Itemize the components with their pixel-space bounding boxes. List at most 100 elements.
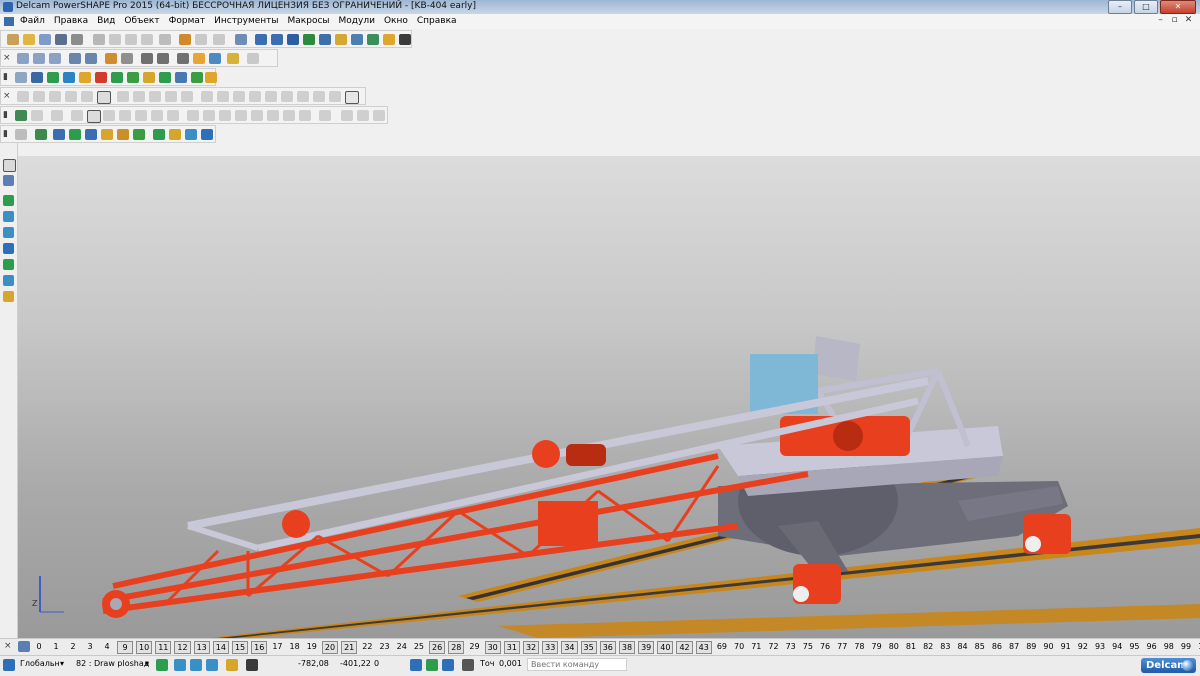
tag-icon[interactable] [335, 34, 347, 45]
curve-tool-12-icon[interactable] [201, 91, 213, 102]
level-item[interactable]: 26 [429, 641, 446, 654]
solid-edit-13-icon[interactable] [219, 110, 231, 121]
lights-icon[interactable] [227, 53, 239, 64]
curve-tool-1-icon[interactable] [17, 91, 29, 102]
menu-macros[interactable]: Макросы [288, 16, 330, 26]
snap-4-icon[interactable] [206, 659, 218, 671]
level-item[interactable]: 18 [288, 641, 302, 652]
solid-edit-22-icon[interactable] [373, 110, 385, 121]
toolbar-pin-icon[interactable]: ▮ [3, 110, 8, 120]
solid-edit-17-icon[interactable] [283, 110, 295, 121]
zoom-in-icon[interactable] [121, 53, 133, 64]
mesh-icon[interactable] [205, 72, 217, 83]
level-item[interactable]: 40 [657, 641, 674, 654]
curve-tool-13-icon[interactable] [217, 91, 229, 102]
level-item[interactable]: 69 [715, 641, 729, 652]
select-arrow-icon[interactable] [3, 159, 16, 172]
coord-mode-icon[interactable] [410, 659, 422, 671]
rotate-view-icon[interactable] [105, 53, 117, 64]
feature-7-icon[interactable] [117, 129, 129, 140]
level-item[interactable]: 95 [1127, 641, 1141, 652]
level-item[interactable]: 78 [852, 641, 866, 652]
level-item[interactable]: 35 [580, 641, 597, 654]
snap-icon[interactable] [156, 659, 168, 671]
level-item[interactable]: 81 [904, 641, 918, 652]
grid-icon[interactable] [246, 659, 258, 671]
level-item[interactable]: 89 [1024, 641, 1038, 652]
curve-tool-5-icon[interactable] [81, 91, 93, 102]
level-item[interactable]: 70 [732, 641, 746, 652]
paste-special-icon[interactable] [141, 34, 153, 45]
solid-icon[interactable] [111, 72, 123, 83]
level-item[interactable]: 22 [360, 641, 374, 652]
view-side-icon[interactable] [49, 53, 61, 64]
zoom-out-icon[interactable] [141, 53, 153, 64]
menu-format[interactable]: Формат [169, 16, 206, 26]
curve-tool-19-icon[interactable] [313, 91, 325, 102]
solid-edit-7-icon[interactable] [119, 110, 131, 121]
level-item[interactable]: 20 [321, 641, 339, 654]
delete-icon[interactable] [159, 34, 171, 45]
feature-2-icon[interactable] [35, 129, 47, 140]
model-viewport[interactable]: Z [18, 156, 1200, 638]
level-item[interactable]: 10 [136, 641, 153, 654]
curve-select-icon[interactable] [303, 34, 315, 45]
curve-tool-20-icon[interactable] [329, 91, 341, 102]
tools-icon[interactable] [399, 34, 411, 45]
levels-close-icon[interactable]: × [4, 641, 12, 651]
workplane-icon[interactable] [15, 72, 27, 83]
level-item[interactable]: 84 [955, 641, 969, 652]
level-item[interactable]: 39 [638, 641, 655, 654]
curve-tool-14-icon[interactable] [233, 91, 245, 102]
level-item[interactable]: 11 [155, 641, 172, 654]
layers-icon[interactable] [367, 34, 379, 45]
level-item[interactable]: 80 [887, 641, 901, 652]
curve-tool-15-icon[interactable] [249, 91, 261, 102]
symbol-icon[interactable] [175, 72, 187, 83]
feature-8-icon[interactable] [133, 129, 145, 140]
level-item[interactable]: 93 [1093, 641, 1107, 652]
feature-6-icon[interactable] [101, 129, 113, 140]
select-wire-icon[interactable] [271, 34, 283, 45]
level-item[interactable]: 43 [695, 641, 712, 654]
new-file-icon[interactable] [7, 34, 19, 45]
surface-icon[interactable] [95, 72, 107, 83]
level-item[interactable]: 92 [1076, 641, 1090, 652]
line-tool-icon[interactable] [3, 195, 14, 206]
tolerance-value[interactable]: 0,001 [499, 659, 522, 668]
curve-tool-3-icon[interactable] [49, 91, 61, 102]
solid-edit-16-icon[interactable] [267, 110, 279, 121]
menu-help[interactable]: Справка [417, 16, 457, 26]
level-item[interactable]: 30 [484, 641, 501, 654]
menu-tools[interactable]: Инструменты [214, 16, 278, 26]
level-item[interactable]: 85 [973, 641, 987, 652]
quick-select-icon[interactable] [255, 34, 267, 45]
level-item[interactable]: 21 [341, 641, 358, 654]
solid-edit-15-icon[interactable] [251, 110, 263, 121]
copy-icon[interactable] [109, 34, 121, 45]
curve-tool-21-icon[interactable] [345, 91, 359, 104]
level-item[interactable]: 19 [305, 641, 319, 652]
solid-edit-1-icon[interactable] [15, 110, 27, 121]
view-front-icon[interactable] [17, 53, 29, 64]
level-item[interactable]: 13 [193, 641, 210, 654]
command-input[interactable] [527, 658, 627, 671]
level-item[interactable]: 33 [542, 641, 559, 654]
curve-tool-16-icon[interactable] [265, 91, 277, 102]
level-item[interactable]: 16 [251, 641, 268, 654]
save-as-icon[interactable] [55, 34, 67, 45]
menu-file[interactable]: Файл [20, 16, 45, 26]
level-item[interactable]: 28 [448, 641, 465, 654]
solid-edit-21-icon[interactable] [357, 110, 369, 121]
solid-edit-4-icon[interactable] [71, 110, 83, 121]
feature-11-icon[interactable] [185, 129, 197, 140]
dimension-icon[interactable] [143, 72, 155, 83]
measure-icon[interactable] [319, 34, 331, 45]
curve-tool-4-icon[interactable] [65, 91, 77, 102]
level-item[interactable]: 100 [1196, 641, 1200, 652]
solid-edit-6-icon[interactable] [103, 110, 115, 121]
assembly-icon[interactable] [127, 72, 139, 83]
feature-5-icon[interactable] [85, 129, 97, 140]
menu-view[interactable]: Вид [97, 16, 115, 26]
document-restore-button[interactable]: ▫ [1169, 15, 1180, 26]
